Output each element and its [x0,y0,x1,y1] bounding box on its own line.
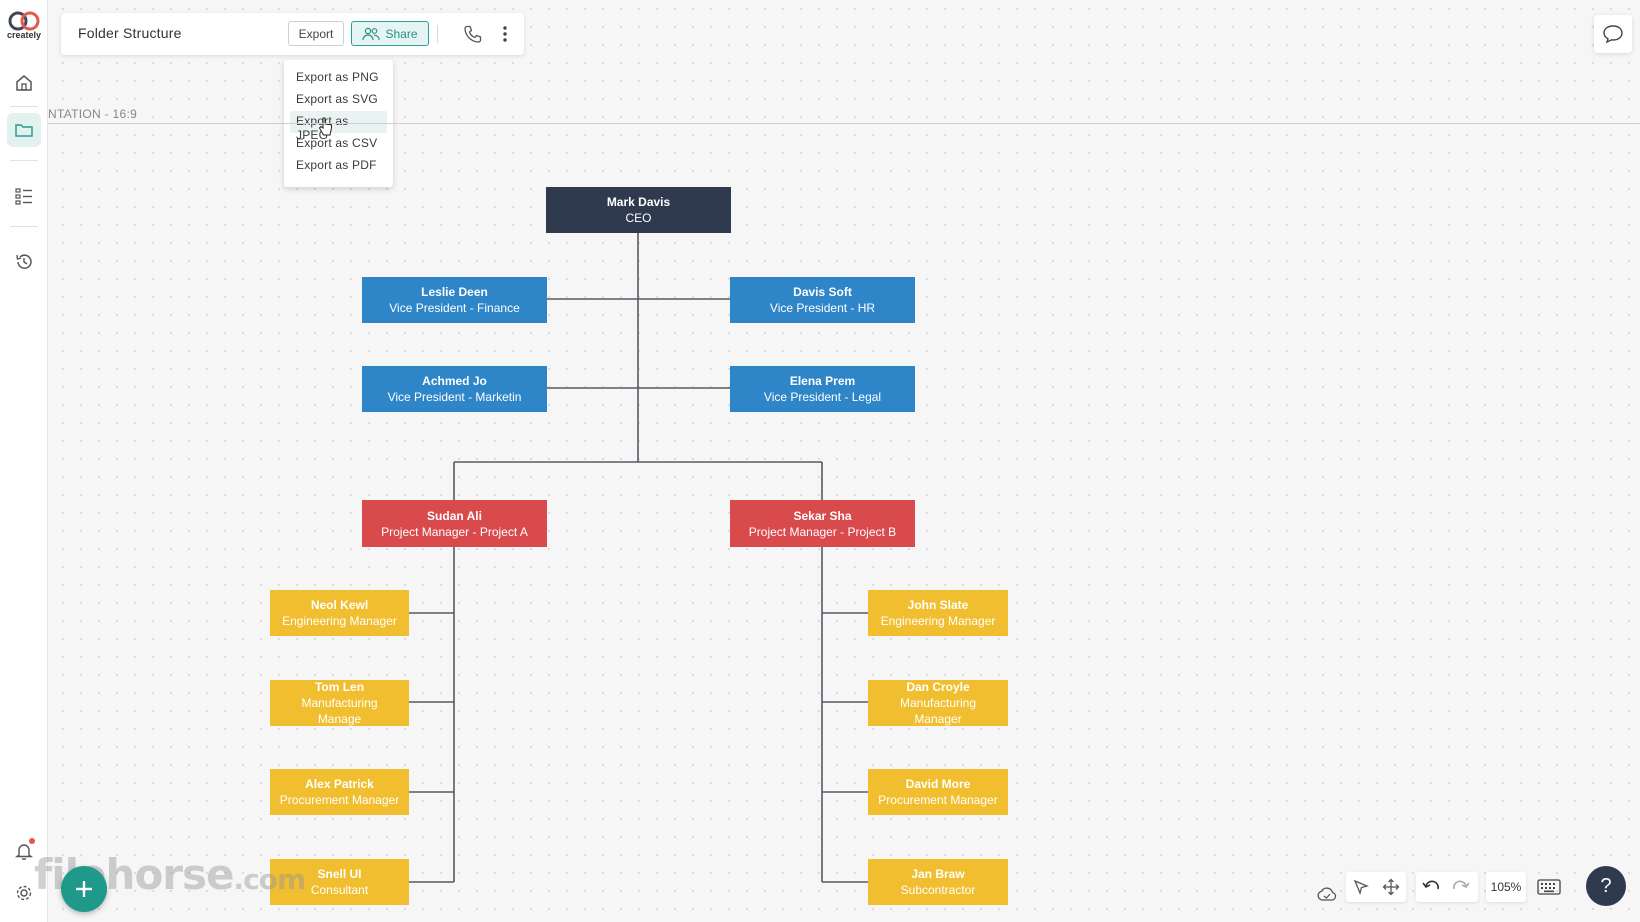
node-name: David More [905,777,971,791]
node-name: Tom Len [314,680,365,694]
node-name: Achmed Jo [422,374,487,388]
node-name: Dan Croyle [906,680,970,694]
cloud-sync-icon [1317,887,1337,901]
node-name: Sudan Ali [427,508,482,523]
node-title: Vice President - Finance [389,301,520,315]
node-title: Consultant [310,883,369,897]
help-button[interactable]: ? [1586,866,1626,906]
node-title: Manufacturing Manage [301,696,378,726]
org-node-team-member[interactable]: Neol Kewl Engineering Manager [270,590,409,636]
node-title: Engineering Manager [282,614,397,628]
node-title: Engineering Manager [880,614,996,628]
history-controls [1416,872,1478,902]
move-icon [1382,878,1400,896]
redo-icon [1453,880,1470,890]
pan-tool-button[interactable] [1376,872,1406,902]
node-title: Procurement Manager [878,793,998,807]
node-name: John Slate [907,598,969,612]
zoom-level[interactable]: 105% [1486,872,1526,902]
pointer-icon [1353,879,1369,895]
node-name: Leslie Deen [421,285,488,299]
node-title: Vice President - Marketin [387,390,522,404]
org-node-project-manager[interactable]: Sekar Sha Project Manager - Project B [730,500,915,547]
node-name: Neol Kewl [310,598,369,612]
org-node-team-member[interactable]: Dan Croyle Manufacturing Manager [868,680,1008,726]
org-node-vp[interactable]: Leslie Deen Vice President - Finance [362,277,547,323]
comments-button[interactable] [1594,15,1632,53]
node-name: Alex Patrick [305,777,374,791]
add-shape-button[interactable] [61,866,107,912]
org-node-ceo[interactable]: Mark Davis CEO [546,187,731,233]
org-node-project-manager[interactable]: Sudan Ali Project Manager - Project A [362,500,547,547]
org-node-team-member[interactable]: David More Procurement Manager [868,769,1008,815]
org-node-team-member[interactable]: John Slate Engineering Manager [868,590,1008,636]
node-name: Snell UI [317,867,362,881]
node-name: Davis Soft [793,285,852,299]
keyboard-shortcuts-button[interactable] [1533,872,1565,902]
node-name: Jan Braw [911,867,965,881]
node-title: Procurement Manager [279,793,400,807]
node-title: Vice President - HR [769,301,876,315]
org-node-vp[interactable]: Davis Soft Vice President - HR [730,277,915,323]
canvas-mode-controls [1346,872,1406,902]
org-node-vp[interactable]: Achmed Jo Vice President - Marketin [362,366,547,412]
watermark-suffix: .com [233,863,307,896]
org-node-team-member[interactable]: Alex Patrick Procurement Manager [270,769,409,815]
org-chart-connectors [409,233,868,883]
node-title: Vice President - Legal [763,390,882,404]
keyboard-icon [1537,879,1561,895]
select-tool-button[interactable] [1346,872,1376,902]
node-title: Project Manager - Project A [381,524,528,539]
chat-bubble-icon [1603,25,1623,44]
undo-icon [1422,880,1439,890]
org-node-team-member[interactable]: Jan Braw Subcontractor [868,859,1008,905]
node-name: Sekar Sha [793,508,852,523]
node-title: Manufacturing Manager [899,696,977,726]
node-title: Project Manager - Project B [748,524,897,539]
redo-button[interactable] [1446,872,1476,902]
node-name: Elena Prem [789,374,856,388]
plus-icon [76,881,92,897]
node-name: Mark Davis [606,195,671,209]
undo-button[interactable] [1416,872,1446,902]
org-node-vp[interactable]: Elena Prem Vice President - Legal [730,366,915,412]
node-title: CEO [625,211,652,225]
org-node-team-member[interactable]: Tom Len Manufacturing Manage [270,680,409,726]
node-title: Subcontractor [900,883,976,897]
